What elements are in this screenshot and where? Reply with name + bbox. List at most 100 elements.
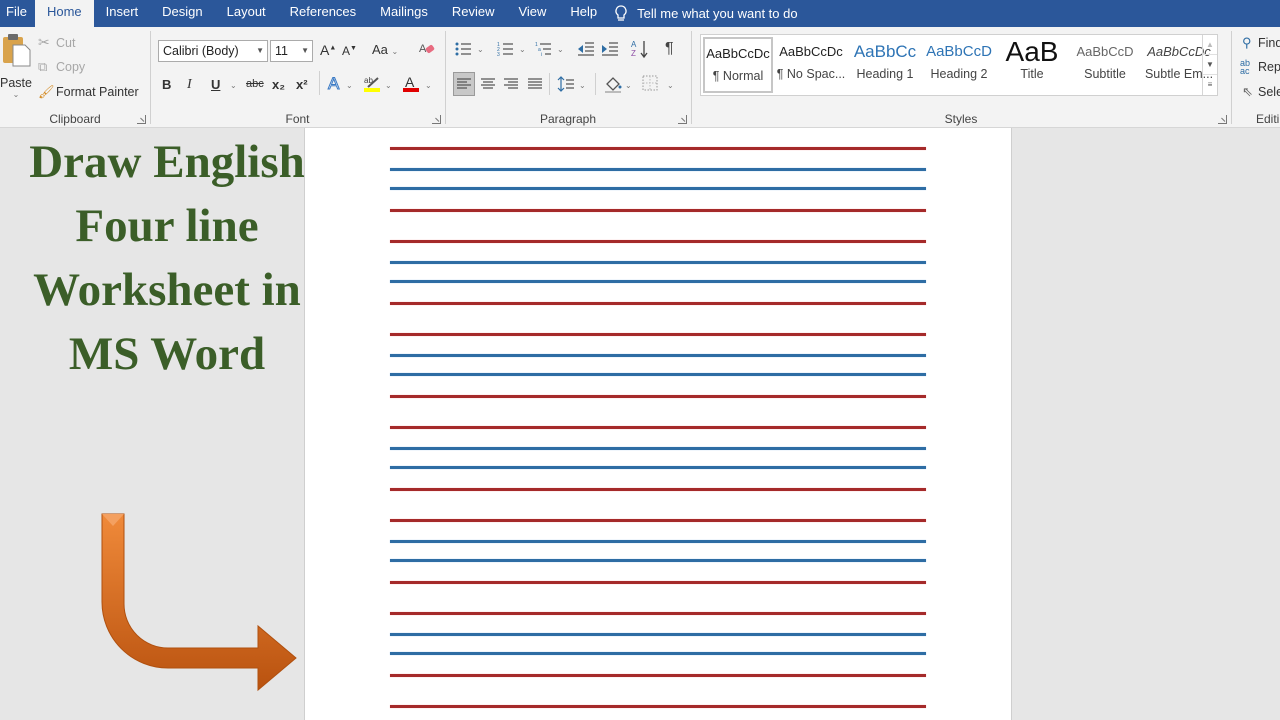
cursor-arrow-icon: ⇖ xyxy=(1242,84,1253,99)
tab-references[interactable]: References xyxy=(278,0,368,27)
align-right-icon xyxy=(504,78,518,89)
clipboard-dialog-launcher-icon[interactable] xyxy=(137,115,146,124)
worksheet-line-blue xyxy=(390,559,926,562)
gallery-scroll-up-icon[interactable]: ▲ xyxy=(1203,35,1217,55)
magnifier-icon: ⚲ xyxy=(1242,35,1252,50)
sort-button[interactable]: AZ xyxy=(631,39,649,62)
highlighter-icon: ab xyxy=(364,76,380,92)
paragraph-group: ⌄ 123 ⌄ 1ai ⌄ AZ ¶ ⌄ ⌄ ⌄ Paragraph xyxy=(445,27,691,128)
show-formatting-button[interactable]: ¶ xyxy=(665,40,674,58)
editing-group: ⚲ Find abac Replace ⇖ Select Editing xyxy=(1232,27,1280,128)
multilevel-list-button[interactable]: 1ai xyxy=(535,41,553,60)
gallery-scroll-down-icon[interactable]: ▼ xyxy=(1203,55,1217,75)
style-title[interactable]: AaB Title xyxy=(997,37,1067,93)
style-normal[interactable]: AaBbCcDc ¶ Normal xyxy=(703,37,773,93)
style-sample: AaBbCcDc xyxy=(779,44,843,59)
line-spacing-dropdown-icon[interactable]: ⌄ xyxy=(579,81,586,90)
tell-me-search[interactable]: Tell me what you want to do xyxy=(615,4,798,23)
tab-mailings[interactable]: Mailings xyxy=(368,0,440,27)
gallery-more-icon[interactable]: ≡ xyxy=(1203,75,1217,95)
copy-button[interactable]: ⧉ Copy xyxy=(38,59,85,75)
format-painter-button[interactable]: 🖌 Format Painter xyxy=(38,84,139,100)
paragraph-dialog-launcher-icon[interactable] xyxy=(678,115,687,124)
overlay-headline: Draw English Four line Worksheet in MS Word xyxy=(0,130,334,386)
clear-formatting-button[interactable]: A xyxy=(418,40,436,61)
font-name-combo[interactable]: Calibri (Body) ▼ xyxy=(158,40,268,62)
font-dialog-launcher-icon[interactable] xyxy=(432,115,441,124)
select-button[interactable]: ⇖ Select xyxy=(1242,84,1280,100)
bold-button[interactable]: B xyxy=(162,77,171,92)
tab-design[interactable]: Design xyxy=(150,0,214,27)
shading-dropdown-icon[interactable]: ⌄ xyxy=(625,81,632,90)
paste-dropdown-icon[interactable]: ⌄ xyxy=(0,90,32,99)
find-button[interactable]: ⚲ Find xyxy=(1242,35,1280,51)
justify-button[interactable] xyxy=(527,77,543,94)
ribbon-tab-bar: File Home Insert Design Layout References Mail… xyxy=(0,0,1280,27)
style-sample: AaBbCcD xyxy=(926,43,992,60)
tab-layout[interactable]: Layout xyxy=(215,0,278,27)
worksheet-line-red xyxy=(390,488,926,491)
editing-group-label: Editing xyxy=(1256,112,1280,126)
styles-gallery: AaBbCcDc ¶ Normal AaBbCcDc ¶ No Spac... AaBb… xyxy=(700,34,1218,96)
change-case-button[interactable]: Aa ⌄ xyxy=(372,42,398,57)
separator xyxy=(549,73,550,95)
lightbulb-icon xyxy=(615,4,627,21)
align-right-button[interactable] xyxy=(503,77,519,94)
underline-dropdown-icon[interactable]: ⌄ xyxy=(230,81,237,90)
tab-help[interactable]: Help xyxy=(558,0,609,27)
font-color-button[interactable]: A xyxy=(401,73,421,96)
highlight-dropdown-icon[interactable]: ⌄ xyxy=(385,81,392,90)
replace-button[interactable]: abac Replace xyxy=(1240,59,1280,76)
superscript-button[interactable]: x² xyxy=(296,77,308,92)
shading-button[interactable] xyxy=(603,74,623,97)
numbering-dropdown-icon[interactable]: ⌄ xyxy=(519,45,526,54)
numbering-icon: 123 xyxy=(497,42,513,58)
paste-button[interactable]: Paste ⌄ xyxy=(0,33,32,103)
ribbon: Paste ⌄ ✂ Cut ⧉ Copy 🖌 Format Painter Cl… xyxy=(0,27,1280,128)
highlight-button[interactable]: ab xyxy=(362,73,382,96)
bullets-button[interactable] xyxy=(455,41,473,60)
increase-indent-button[interactable] xyxy=(601,41,619,60)
font-size-combo[interactable]: 11 ▼ xyxy=(270,40,313,62)
style-name: Heading 2 xyxy=(930,67,988,81)
text-effects-dropdown-icon[interactable]: ⌄ xyxy=(346,81,353,90)
bullets-dropdown-icon[interactable]: ⌄ xyxy=(477,45,484,54)
subscript-button[interactable]: x₂ xyxy=(272,77,285,92)
style-heading-2[interactable]: AaBbCcD Heading 2 xyxy=(923,37,995,93)
align-left-button[interactable] xyxy=(453,72,475,96)
tab-insert[interactable]: Insert xyxy=(94,0,151,27)
shrink-font-button[interactable]: A▼ xyxy=(342,44,357,58)
worksheet-line-red xyxy=(390,581,926,584)
styles-dialog-launcher-icon[interactable] xyxy=(1218,115,1227,124)
strikethrough-button[interactable]: abc xyxy=(246,78,264,90)
find-label: Find xyxy=(1258,36,1280,50)
cut-button[interactable]: ✂ Cut xyxy=(38,34,75,51)
line-spacing-button[interactable] xyxy=(557,75,575,96)
text-effects-button[interactable]: A xyxy=(327,74,339,94)
style-no-spac[interactable]: AaBbCcDc ¶ No Spac... xyxy=(775,37,847,93)
decrease-indent-button[interactable] xyxy=(577,41,595,60)
cut-label: Cut xyxy=(56,35,76,50)
tab-file[interactable]: File xyxy=(0,0,35,27)
tab-home[interactable]: Home xyxy=(34,0,94,27)
tab-view[interactable]: View xyxy=(506,0,558,27)
multilevel-dropdown-icon[interactable]: ⌄ xyxy=(557,45,564,54)
style-name: Subtitle xyxy=(1084,67,1126,81)
align-center-button[interactable] xyxy=(480,77,496,94)
document-page[interactable] xyxy=(304,128,1012,720)
borders-dropdown-icon[interactable]: ⌄ xyxy=(667,81,674,90)
gallery-scrollbar[interactable]: ▲ ▼ ≡ xyxy=(1202,35,1217,95)
font-size-dropdown-icon[interactable]: ▼ xyxy=(301,41,309,61)
italic-button[interactable]: I xyxy=(187,77,192,93)
font-name-dropdown-icon[interactable]: ▼ xyxy=(256,41,264,61)
numbering-button[interactable]: 123 xyxy=(497,41,515,60)
font-color-dropdown-icon[interactable]: ⌄ xyxy=(425,81,432,90)
style-heading-1[interactable]: AaBbCc Heading 1 xyxy=(849,37,921,93)
align-center-icon xyxy=(481,78,495,89)
worksheet-line-blue xyxy=(390,540,926,543)
borders-button[interactable] xyxy=(642,75,658,94)
underline-button[interactable]: U xyxy=(211,77,220,92)
grow-font-button[interactable]: A▲ xyxy=(320,42,336,58)
tab-review[interactable]: Review xyxy=(440,0,507,27)
style-subtitle[interactable]: AaBbCcD Subtitle xyxy=(1069,37,1141,93)
